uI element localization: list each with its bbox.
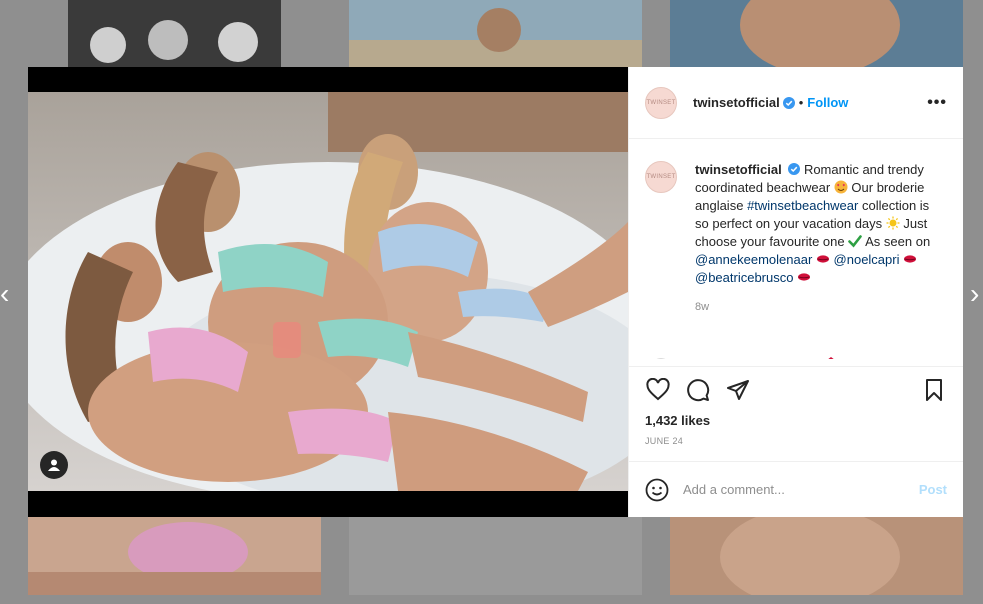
check-mark-emoji-icon (848, 235, 863, 248)
caption-username[interactable]: twinsetofficial (695, 162, 782, 177)
post-photo[interactable] (28, 92, 628, 491)
grid-thumbnail-4[interactable] (28, 517, 321, 595)
smiley-icon[interactable] (645, 478, 669, 502)
caption-timestamp[interactable]: 8w (695, 301, 947, 313)
lips-emoji-icon (904, 255, 917, 263)
post-sidebar: TWINSET twinsetofficial • Follow ••• TWI… (628, 67, 963, 517)
caption-part: As seen on (865, 234, 931, 249)
caption-text: twinsetofficial Romantic and trendy coor… (695, 161, 935, 287)
user-tag-icon[interactable] (40, 451, 68, 479)
mention-link[interactable]: @beatricebrusco (695, 270, 793, 285)
mention-link[interactable]: @noelcapri (834, 252, 900, 267)
comments-section[interactable]: TWINSET twinsetofficial Romantic and tre… (629, 139, 963, 366)
username-link[interactable]: twinsetofficial (693, 95, 780, 110)
verified-badge-icon (782, 96, 795, 109)
grid-thumbnail-5[interactable] (349, 517, 642, 595)
separator-dot: • (798, 95, 804, 110)
post-date[interactable]: JUNE 24 (645, 436, 947, 446)
action-icons (645, 367, 947, 413)
next-comment-peek (645, 351, 945, 359)
heart-eyes-emoji-icon (834, 180, 848, 194)
mention-link[interactable]: @annekeemolenaar (695, 252, 812, 267)
grid-thumbnail-3[interactable] (670, 0, 963, 67)
comment-input[interactable] (683, 482, 919, 497)
post-comment-button[interactable]: Post (919, 482, 947, 497)
paper-plane-icon[interactable] (725, 377, 751, 403)
likes-count[interactable]: 1,432 likes (645, 413, 947, 428)
sun-emoji-icon (886, 216, 900, 230)
post-actions: 1,432 likes JUNE 24 (629, 366, 963, 461)
previous-post-arrow[interactable]: ‹ (0, 280, 9, 308)
post-header: TWINSET twinsetofficial • Follow ••• (629, 67, 963, 139)
next-post-arrow[interactable]: › (970, 280, 979, 308)
grid-thumbnail-2[interactable] (349, 0, 642, 67)
caption-row: TWINSET twinsetofficial Romantic and tre… (645, 161, 947, 287)
grid-thumbnail-6[interactable] (670, 517, 963, 595)
bookmark-icon[interactable] (921, 377, 947, 403)
heart-icon[interactable] (645, 377, 671, 403)
more-options-icon[interactable]: ••• (927, 94, 947, 112)
lips-emoji-icon (798, 273, 811, 281)
grid-thumbnail-1[interactable] (68, 0, 281, 67)
avatar[interactable]: TWINSET (645, 86, 677, 119)
add-comment-bar: Post (629, 461, 963, 517)
hashtag-link[interactable]: #twinsetbeachwear (747, 198, 858, 213)
follow-button[interactable]: Follow (807, 95, 848, 110)
lips-emoji-icon (816, 255, 829, 263)
comment-icon[interactable] (685, 377, 711, 403)
caption-avatar[interactable]: TWINSET (645, 161, 677, 193)
post-modal: TWINSET twinsetofficial • Follow ••• TWI… (28, 67, 963, 517)
verified-badge-icon (788, 163, 801, 175)
post-media (28, 67, 628, 517)
